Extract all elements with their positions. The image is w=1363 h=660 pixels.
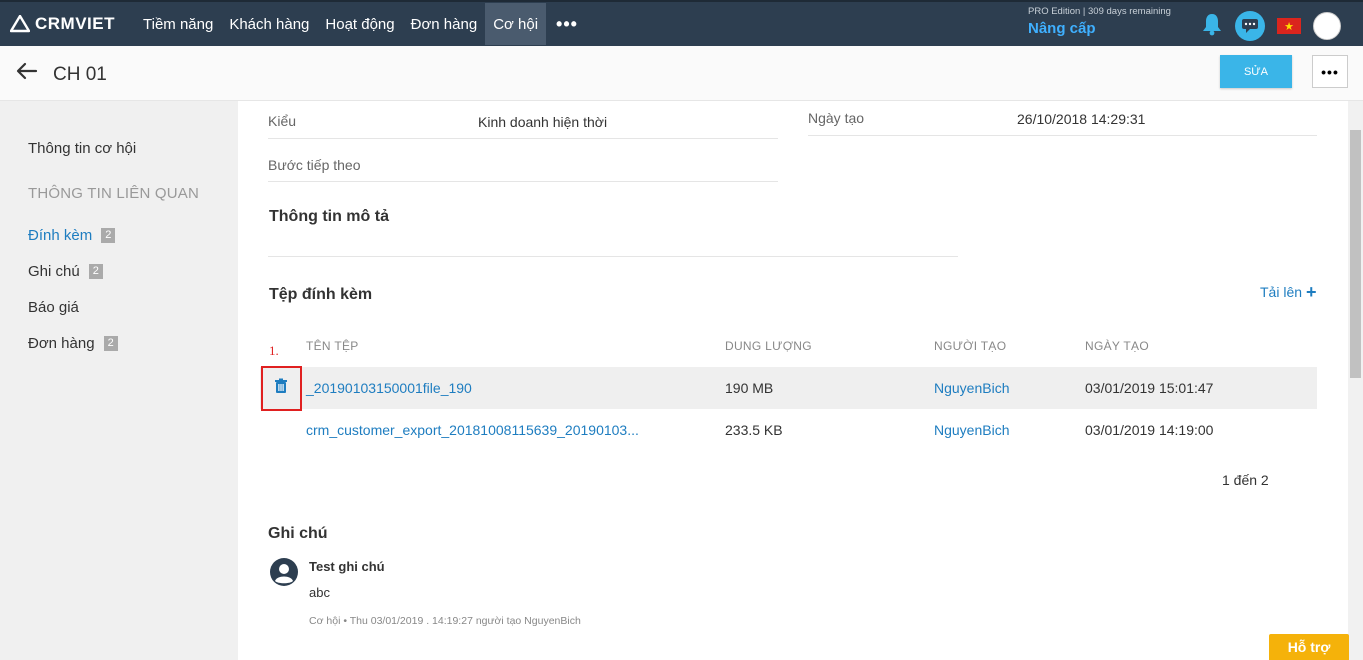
created-date: 03/01/2019 14:19:00 [1085,422,1214,438]
more-actions-button[interactable]: ••• [1312,55,1348,88]
sidebar-item-thong-tin[interactable]: Thông tin cơ hội [28,140,136,157]
logo[interactable]: CRMVIET [10,14,135,34]
file-size: 233.5 KB [725,422,783,438]
sidebar-item-label: Đơn hàng [28,335,95,352]
field-value-ngay-tao: 26/10/2018 14:29:31 [1017,111,1146,127]
nav-khach-hang[interactable]: Khách hàng [221,3,317,45]
annotation-number: 1. [269,343,279,358]
column-header-ten-tep[interactable]: TÊN TỆP [306,339,359,353]
nav-more-button[interactable]: ••• [546,14,588,35]
table-row[interactable]: crm_customer_export_20181008115639_20190… [260,409,1317,451]
nav-tiem-nang[interactable]: Tiềm năng [135,3,221,45]
table-row[interactable]: _20190103150001file_190 190 MB NguyenBic… [260,367,1317,409]
sidebar-item-label: Báo giá [28,299,79,316]
count-badge: 2 [101,228,116,243]
sidebar-item-ghi-chu[interactable]: Ghi chú 2 [28,263,103,280]
description-title: Thông tin mô tả [269,208,389,225]
nav-hoat-dong[interactable]: Hoạt động [317,3,402,45]
upload-button[interactable]: Tải lên + [1260,282,1317,302]
edition-text: PRO Edition | 309 days remaining [1028,6,1171,17]
edition-info: PRO Edition | 309 days remaining Nâng cấ… [1028,6,1171,37]
note-meta: Cơ hội • Thu 03/01/2019 . 14:19:27 người… [309,615,581,627]
field-label-ngay-tao: Ngày tạo [808,110,865,126]
bell-icon[interactable] [1201,12,1223,41]
field-label-kieu: Kiểu [268,113,297,129]
sidebar: Thông tin cơ hội THÔNG TIN LIÊN QUAN Đín… [0,101,238,660]
attachments-title: Tệp đính kèm [269,286,373,303]
note-title: Test ghi chú [309,559,385,574]
record-title: CH 01 [53,64,107,85]
upgrade-link[interactable]: Nâng cấp [1028,20,1171,37]
logo-icon [10,15,30,33]
vietnam-flag-icon[interactable]: ★ [1277,18,1301,34]
divider [268,138,778,139]
column-header-nguoi-tao[interactable]: NGƯỜI TẠO [934,339,1006,353]
column-header-dung-luong[interactable]: DUNG LƯỢNG [725,339,812,353]
file-size: 190 MB [725,380,774,396]
user-avatar-icon [270,558,298,591]
sidebar-item-label: Ghi chú [28,263,80,280]
support-button[interactable]: Hỗ trợ [1269,634,1349,660]
divider [268,181,778,182]
file-name-link[interactable]: crm_customer_export_20181008115639_20190… [306,422,639,438]
nav-co-hoi[interactable]: Cơ hội [485,3,547,45]
chat-icon[interactable] [1235,11,1265,41]
record-header: CH 01 SỬA ••• [0,46,1363,101]
pagination-info: 1 đến 2 [1222,472,1269,488]
scrollbar-thumb[interactable] [1350,130,1361,378]
sidebar-item-label: Đính kèm [28,227,93,244]
sidebar-item-dinh-kem[interactable]: Đính kèm 2 [28,227,116,244]
plus-icon: + [1306,282,1317,302]
sidebar-item-don-hang[interactable]: Đơn hàng 2 [28,335,118,352]
sidebar-item-bao-gia[interactable]: Báo giá [28,299,79,316]
count-badge: 2 [103,336,118,351]
creator-link[interactable]: NguyenBich [934,380,1010,396]
divider [808,135,1317,136]
main-content: Kiểu Kinh doanh hiện thời Ngày tạo 26/10… [238,101,1348,660]
logo-text: CRMVIET [35,14,115,33]
created-date: 03/01/2019 15:01:47 [1085,380,1214,396]
back-arrow-icon[interactable] [16,60,38,86]
count-badge: 2 [88,264,103,279]
notes-title: Ghi chú [268,525,328,542]
field-label-buoc-tiep-theo: Bước tiếp theo [268,157,361,173]
field-value-kieu: Kinh doanh hiện thời [478,114,608,130]
user-avatar[interactable] [1313,12,1341,40]
divider [268,256,958,257]
column-header-ngay-tao[interactable]: NGÀY TẠO [1085,339,1149,353]
note-body: abc [309,585,330,600]
creator-link[interactable]: NguyenBich [934,422,1010,438]
upload-label: Tải lên [1260,284,1303,300]
edit-button[interactable]: SỬA [1220,55,1292,88]
file-name-link[interactable]: _20190103150001file_190 [306,380,472,396]
top-nav: CRMVIET Tiềm năng Khách hàng Hoạt động Đ… [0,0,1363,46]
annotation-highlight-box [261,366,302,411]
sidebar-section-title: THÔNG TIN LIÊN QUAN [28,185,200,202]
nav-don-hang[interactable]: Đơn hàng [403,3,486,45]
nav-right: ★ [1201,11,1341,41]
